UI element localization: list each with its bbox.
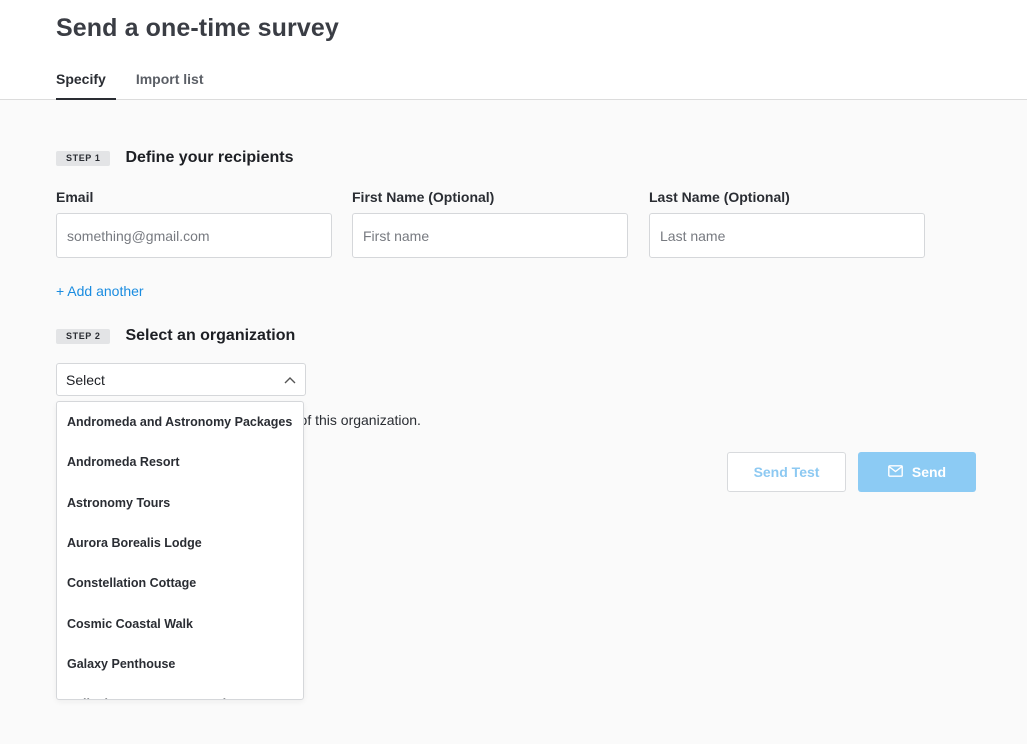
organization-option[interactable]: Aurora Borealis Lodge: [57, 523, 303, 563]
email-input[interactable]: [56, 213, 332, 258]
last-name-label: Last Name (Optional): [649, 189, 790, 205]
tab-import-list[interactable]: Import list: [136, 70, 204, 100]
organization-dropdown-menu: Andromeda and Astronomy Packages Androme…: [56, 401, 304, 700]
step-1-header: STEP 1 Define your recipients: [56, 149, 294, 167]
step-2-title: Select an organization: [125, 327, 296, 344]
organization-select[interactable]: Select: [56, 363, 306, 396]
organization-option[interactable]: Andromeda and Astronomy Packages: [57, 402, 303, 442]
tab-specify[interactable]: Specify: [56, 70, 116, 100]
organization-option[interactable]: Constellation Cottage: [57, 563, 303, 603]
last-name-input[interactable]: [649, 213, 925, 258]
organization-option[interactable]: Heliosis Space Homestead: [57, 684, 303, 699]
page-title: Send a one-time survey: [56, 14, 339, 42]
organization-option[interactable]: Galaxy Penthouse: [57, 644, 303, 684]
first-name-input[interactable]: [352, 213, 628, 258]
send-button[interactable]: Send: [858, 452, 976, 492]
first-name-label: First Name (Optional): [352, 189, 495, 205]
organization-option[interactable]: Astronomy Tours: [57, 483, 303, 523]
page-header: Send a one-time survey Specify Import li…: [0, 0, 1027, 100]
step-1-title: Define your recipients: [125, 149, 294, 166]
email-label: Email: [56, 189, 94, 205]
organization-option[interactable]: Cosmic Coastal Walk: [57, 603, 303, 643]
organization-option[interactable]: Andromeda Resort: [57, 442, 303, 482]
add-another-link[interactable]: + Add another: [56, 283, 144, 299]
envelope-icon: [887, 464, 903, 480]
send-button-label: Send: [911, 464, 947, 480]
send-test-button[interactable]: Send Test: [727, 452, 846, 492]
step-2-badge: STEP 2: [56, 328, 111, 344]
organization-select-value: Select: [66, 371, 105, 388]
tab-bar: Specify Import list: [56, 70, 233, 100]
step-2-header: STEP 2 Select an organization: [56, 327, 295, 345]
step-1-badge: STEP 1: [56, 150, 111, 166]
chevron-up-icon: [284, 374, 296, 386]
